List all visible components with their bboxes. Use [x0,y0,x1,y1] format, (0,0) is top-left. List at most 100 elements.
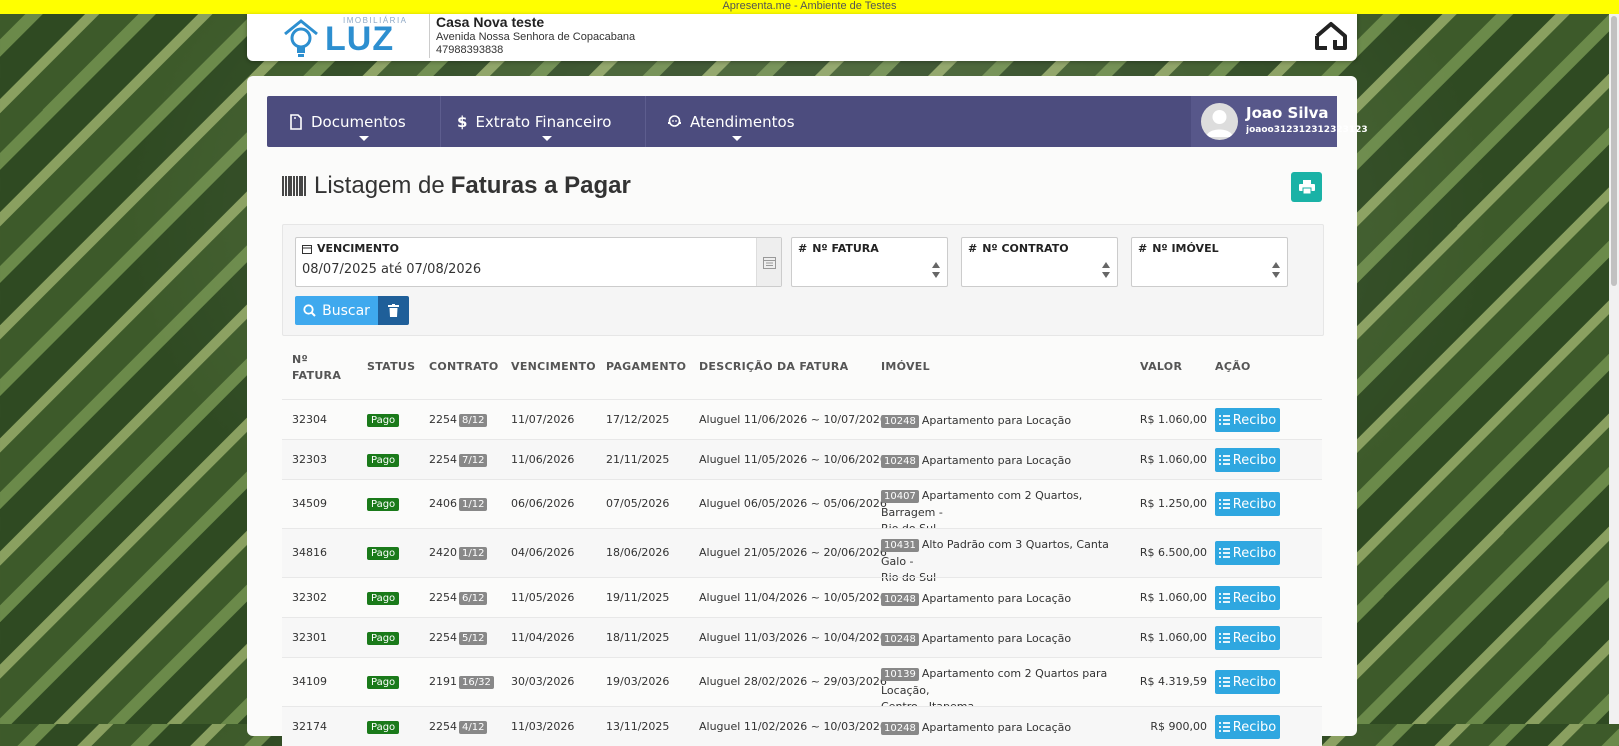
cell-fatura: 32303 [292,453,327,466]
cell-fatura: 32174 [292,720,327,733]
number-spinner-icon[interactable] [931,260,941,280]
main-panel: Documentos $ Extrato Financeiro Atendime… [247,76,1368,746]
property-id-badge: 10139 [881,668,919,681]
contrato-label: # Nº CONTRATO [968,242,1069,255]
cell-status: Pago [367,413,400,427]
cell-pagamento: 13/11/2025 [606,720,670,733]
recibo-button[interactable]: Recibo [1215,492,1280,516]
scrollbar-thumb[interactable] [1611,16,1617,286]
col-header: Nº FATURA [292,353,342,382]
cell-valor: R$ 6.500,00 [1139,546,1207,559]
page-scrollbar[interactable] [1609,14,1619,724]
home-icon[interactable] [1313,20,1349,52]
nav-separator [645,96,646,147]
cell-imovel: 10248 Apartamento para Locação [881,453,1126,470]
status-badge: Pago [367,632,400,645]
cell-pagamento: 17/12/2025 [606,413,670,426]
contract-number: 2406 [429,497,457,510]
cell-imovel: 10248 Apartamento para Locação [881,591,1126,608]
cell-descricao: Aluguel 11/04/2026 ~ 10/05/2026 [699,591,887,604]
recibo-label: Recibo [1232,496,1277,512]
cell-valor: R$ 1.060,00 [1139,591,1207,604]
contract-number: 2254 [429,413,457,426]
list-icon [1218,633,1230,643]
cell-valor: R$ 1.060,00 [1139,413,1207,426]
search-button[interactable]: Buscar [295,296,378,325]
nav-atendimentos[interactable]: Atendimentos [667,96,807,147]
imovel-label-text: Nº IMÓVEL [1152,242,1219,255]
number-spinner-icon[interactable] [1101,260,1111,280]
cell-status: Pago [367,631,400,645]
property-title: Apartamento para Locação [921,592,1072,605]
recibo-label: Recibo [1232,674,1277,690]
dollar-icon: $ [457,112,468,131]
property-id-badge: 10248 [881,593,919,606]
recibo-button[interactable]: Recibo [1215,586,1280,610]
cell-fatura: 34109 [292,675,327,688]
user-menu[interactable]: Joao Silva joaoo312312312323123 [1191,96,1368,147]
recibo-button[interactable]: Recibo [1215,408,1280,432]
cell-imovel: 10248 Apartamento para Locação [881,631,1126,648]
filter-panel: VENCIMENTO 08/07/2025 até 07/08/2026 # Nº… [282,224,1324,336]
cell-pagamento: 21/11/2025 [606,453,670,466]
recibo-label: Recibo [1232,452,1277,468]
recibo-button[interactable]: Recibo [1215,670,1280,694]
calendar-picker-button[interactable] [756,238,781,286]
property-title: Apartamento para Locação [921,632,1072,645]
caret-down-icon [359,136,369,141]
vencimento-field[interactable]: VENCIMENTO 08/07/2025 até 07/08/2026 [295,237,782,287]
user-email: joaoo312312312323123 [1246,125,1368,135]
cell-status: Pago [367,546,400,560]
recibo-label: Recibo [1232,590,1277,606]
installment-badge: 1/12 [459,498,488,511]
contrato-field[interactable]: # Nº CONTRATO [961,237,1118,287]
print-button[interactable] [1291,172,1322,202]
vencimento-label-text: VENCIMENTO [317,242,399,255]
number-spinner-icon[interactable] [1271,260,1281,280]
vencimento-value[interactable]: 08/07/2025 até 07/08/2026 [302,262,481,277]
cell-vencimento: 30/03/2026 [511,675,575,688]
recibo-button[interactable]: Recibo [1215,448,1280,472]
table-row: 34509 Pago 2406 1/12 06/06/2026 07/05/2026 Alu… [282,479,1322,535]
property-id-badge: 10407 [881,490,919,503]
installment-badge: 7/12 [459,454,488,467]
cell-contrato: 2254 8/12 [429,413,488,427]
nav-extrato-financeiro[interactable]: $ Extrato Financeiro [457,96,637,147]
cell-pagamento: 07/05/2026 [606,497,670,510]
col-header: CONTRATO [429,360,499,373]
installment-badge: 4/12 [459,721,488,734]
nav-documentos[interactable]: Documentos [289,96,439,147]
imovel-field[interactable]: # Nº IMÓVEL [1131,237,1288,287]
installment-badge: 16/32 [459,676,494,689]
cell-vencimento: 11/05/2026 [511,591,575,604]
barcode-icon [282,176,306,196]
cell-vencimento: 06/06/2026 [511,497,575,510]
status-badge: Pago [367,498,400,511]
calendar-icon [302,244,312,254]
recibo-button[interactable]: Recibo [1215,715,1280,739]
clear-filters-button[interactable] [378,296,409,325]
search-icon [303,304,316,317]
cell-valor: R$ 4.319,59 [1139,675,1207,688]
cell-contrato: 2406 1/12 [429,497,488,511]
brand-logo[interactable]: IMOBILIÁRIA LUZ [281,16,431,60]
cell-fatura: 32301 [292,631,327,644]
title-bold: Faturas a Pagar [450,172,631,199]
cell-descricao: Aluguel 11/03/2026 ~ 10/04/2026 [699,631,887,644]
fatura-field[interactable]: # Nº FATURA [791,237,948,287]
company-address: Avenida Nossa Senhora de Copacabana [436,31,636,43]
company-name: Casa Nova teste [436,14,545,30]
recibo-button[interactable]: Recibo [1215,626,1280,650]
user-name: Joao Silva [1246,104,1329,122]
installment-badge: 5/12 [459,632,488,645]
printer-icon [1298,180,1315,194]
cell-pagamento: 18/06/2026 [606,546,670,559]
col-header: AÇÃO [1215,360,1251,373]
cell-vencimento: 11/06/2026 [511,453,575,466]
cell-vencimento: 11/07/2026 [511,413,575,426]
col-header: VENCIMENTO [511,360,596,373]
recibo-button[interactable]: Recibo [1215,541,1280,565]
table-row: 32303 Pago 2254 7/12 11/06/2026 21/11/2025 Alu… [282,439,1322,479]
contract-number: 2254 [429,453,457,466]
cell-descricao: Aluguel 06/05/2026 ~ 05/06/2026 [699,497,887,510]
